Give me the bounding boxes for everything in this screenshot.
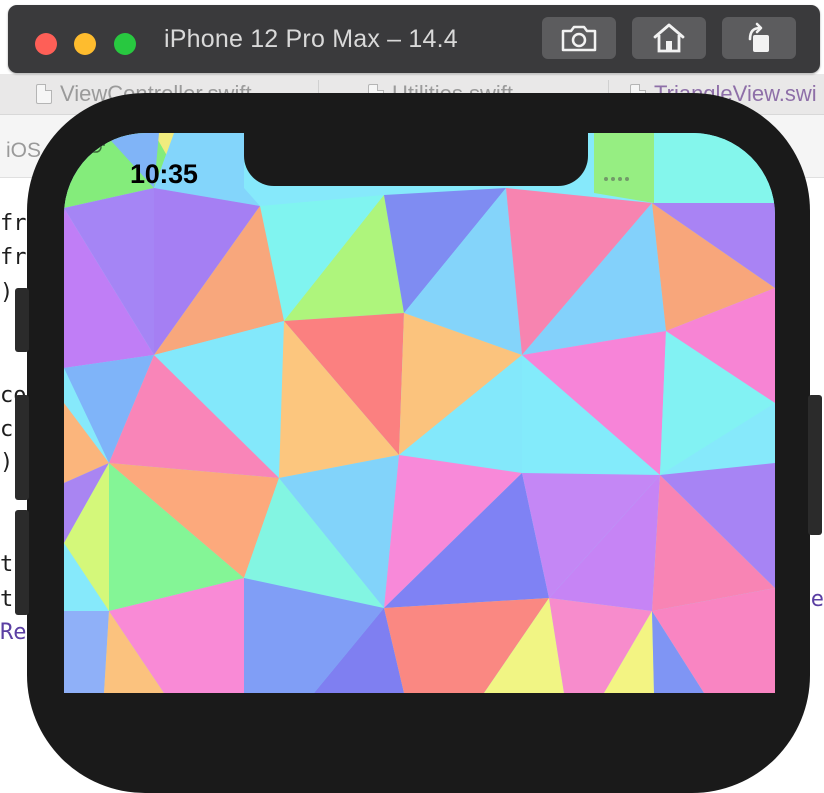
status-time: 10:35 [130, 159, 198, 190]
window-zoom-button[interactable] [114, 33, 136, 55]
side-power-button[interactable] [808, 395, 822, 535]
triangle [594, 133, 654, 203]
rotate-button[interactable] [722, 17, 796, 59]
code-line: ) [0, 450, 13, 475]
jump-bar-label: iOS [6, 139, 41, 163]
signal-icon [604, 177, 629, 181]
triangle-mosaic[interactable] [64, 133, 775, 693]
volume-up-button[interactable] [15, 288, 29, 352]
notch [244, 133, 588, 186]
simulator-toolbar: iPhone 12 Pro Max – 14.4 [8, 5, 820, 73]
window-close-button[interactable] [35, 33, 57, 55]
triangle [64, 611, 109, 693]
mute-switch[interactable] [15, 510, 29, 615]
triangle [654, 133, 775, 203]
simulator-title: iPhone 12 Pro Max – 14.4 [164, 25, 458, 54]
home-button[interactable] [632, 17, 706, 59]
code-line: c [0, 417, 13, 442]
swift-file-icon [36, 84, 52, 104]
code-line: fr [0, 245, 27, 270]
volume-down-button[interactable] [15, 395, 29, 500]
iphone-screen[interactable]: 10:35 [64, 133, 775, 693]
battery-icon [64, 133, 106, 153]
window-minimize-button[interactable] [74, 33, 96, 55]
camera-icon [560, 23, 598, 53]
rotate-icon [742, 21, 776, 55]
code-line: ) [0, 280, 13, 305]
screenshot-button[interactable] [542, 17, 616, 59]
home-icon [651, 22, 687, 54]
